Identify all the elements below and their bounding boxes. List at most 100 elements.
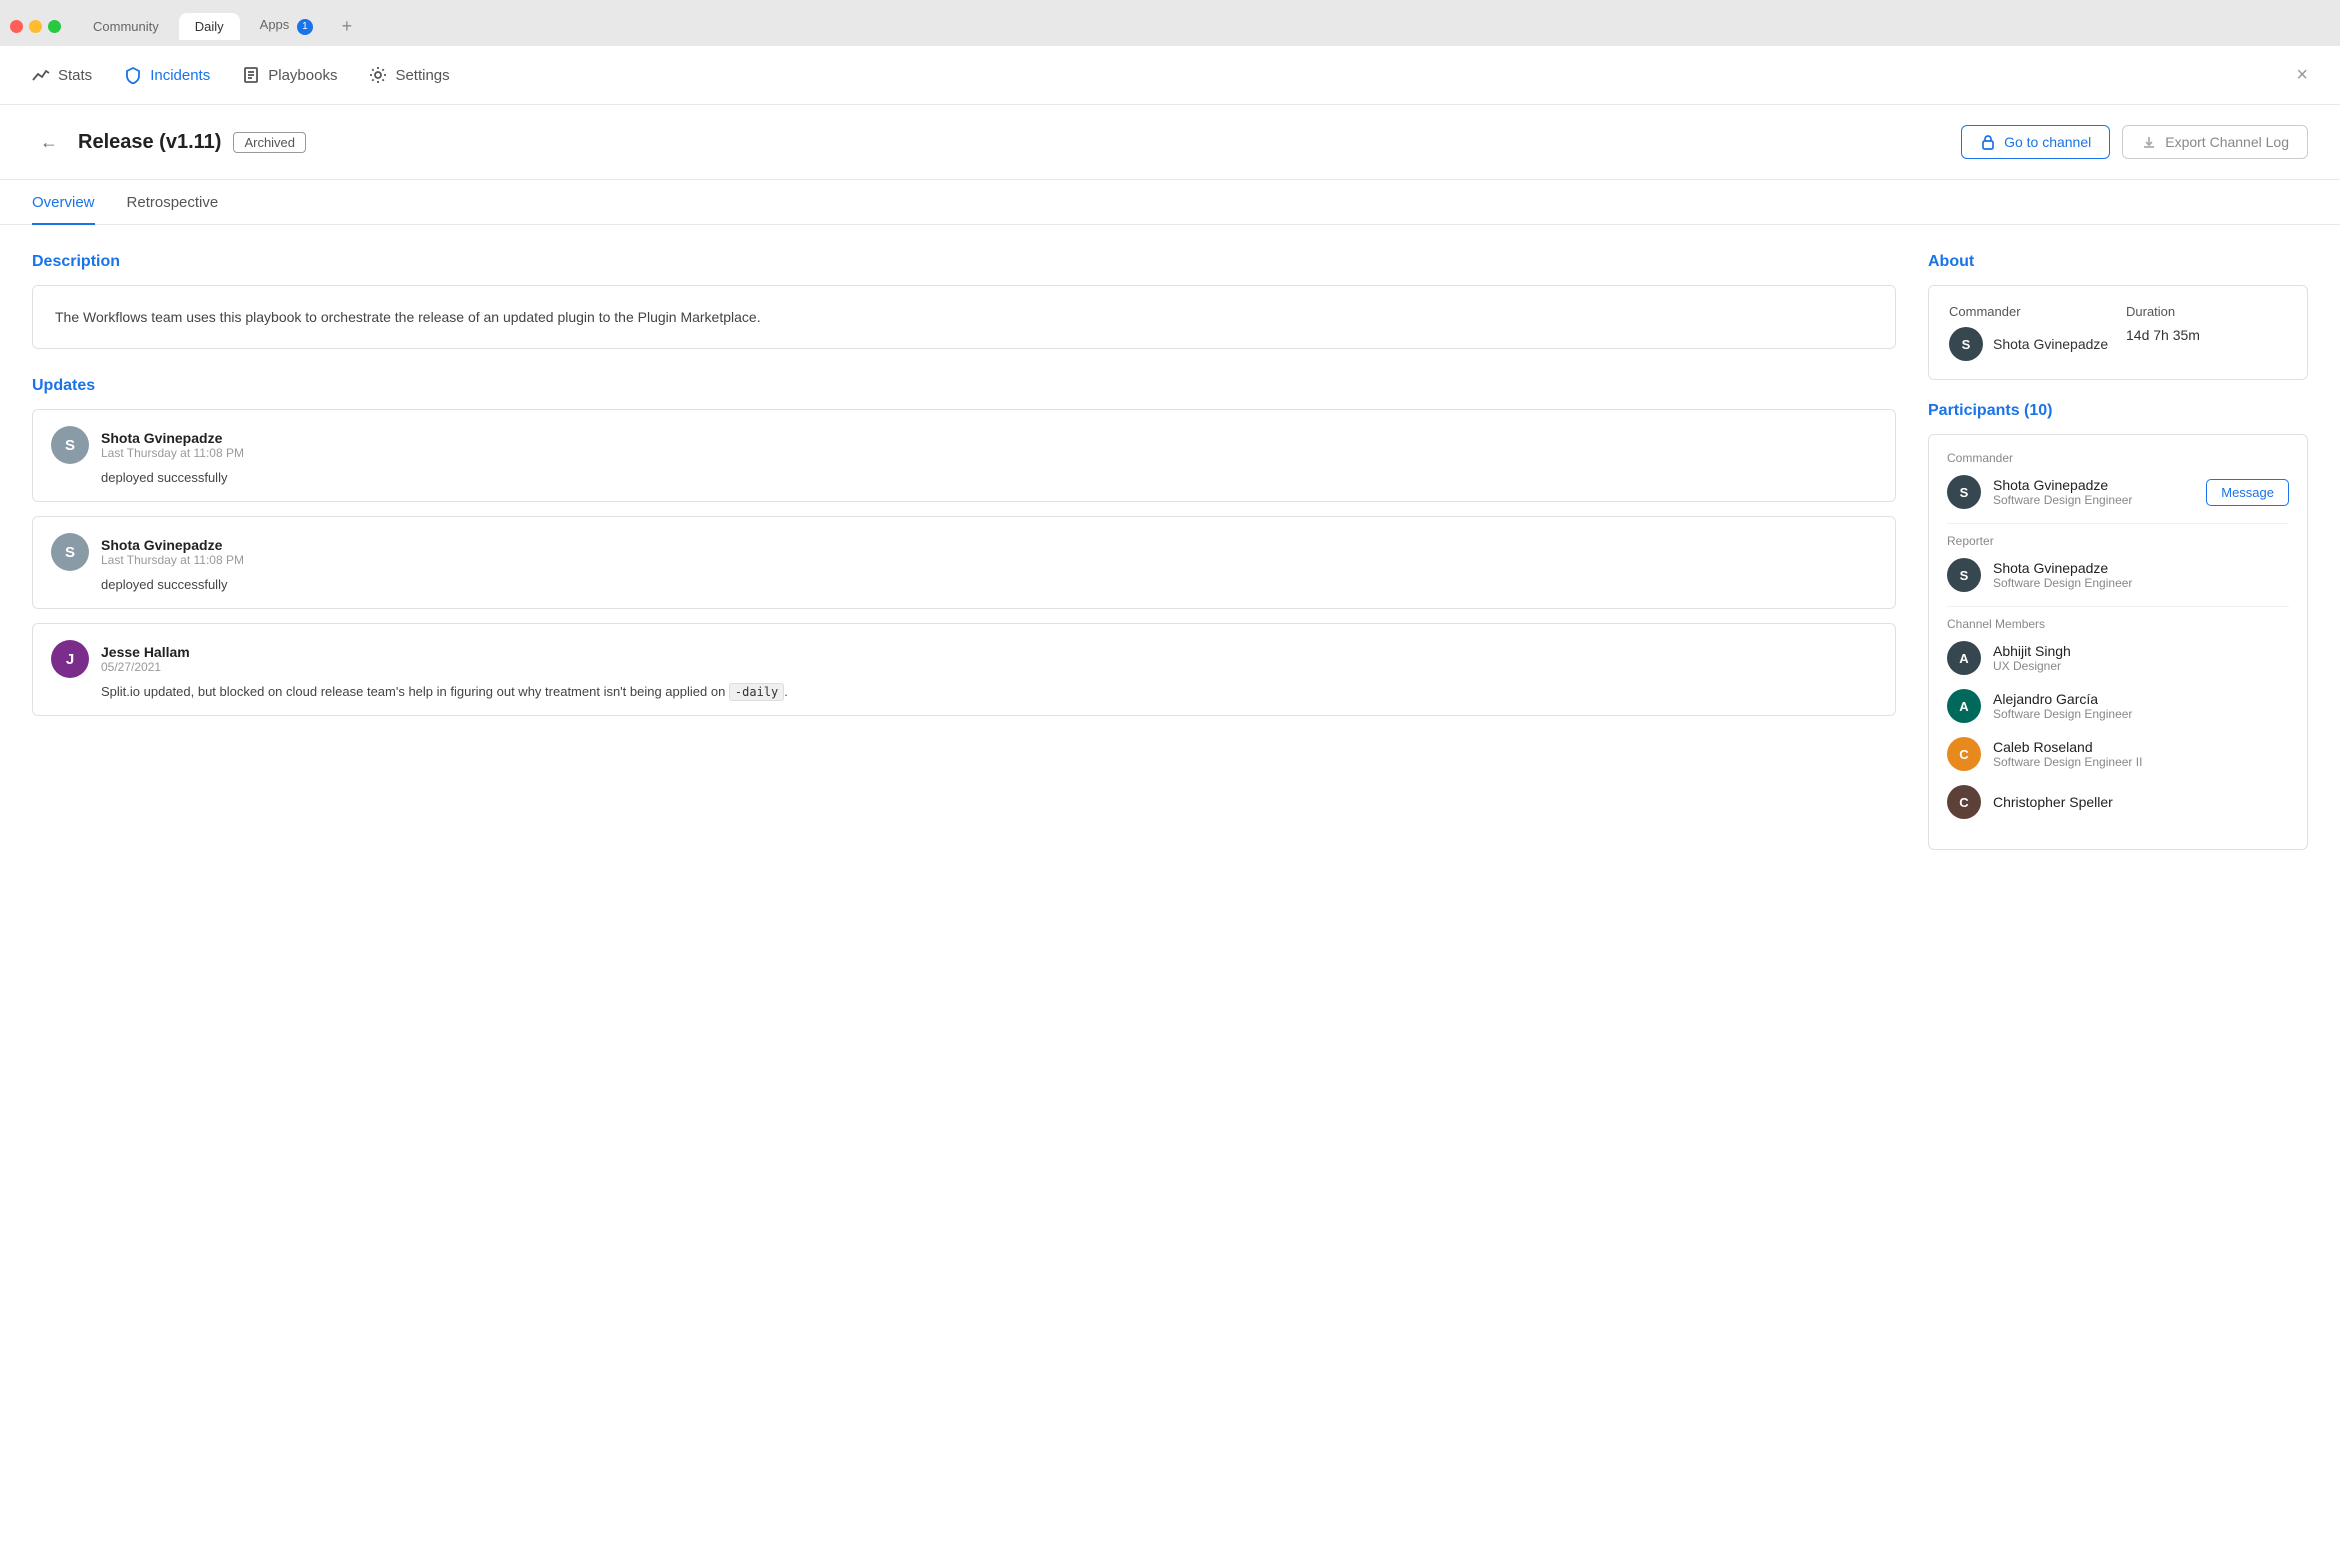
participant-commander-role: Software Design Engineer [1993,493,2194,507]
about-commander-person: S Shota Gvinepadze [1949,327,2110,361]
participant-reporter-info: Shota Gvinepadze Software Design Enginee… [1993,560,2289,590]
update-meta-1: Shota Gvinepadze Last Thursday at 11:08 … [101,430,244,460]
shield-icon [124,66,142,84]
close-dot[interactable] [10,20,23,33]
participant-abhijit-role: UX Designer [1993,659,2289,673]
tab-community[interactable]: Community [77,13,175,40]
update-body-3: Split.io updated, but blocked on cloud r… [101,684,1877,699]
participant-reporter-avatar: S [1947,558,1981,592]
chart-icon [32,66,50,84]
participant-abhijit-info: Abhijit Singh UX Designer [1993,643,2289,673]
close-button[interactable]: × [2296,64,2308,87]
participants-title: Participants (10) [1928,402,2308,420]
divider-1 [1947,523,2289,524]
about-box: Commander S Shota Gvinepadze Duration 14… [1928,285,2308,380]
update-meta-2: Shota Gvinepadze Last Thursday at 11:08 … [101,537,244,567]
participant-reporter-role: Software Design Engineer [1993,576,2289,590]
participant-christopher-info: Christopher Speller [1993,794,2289,810]
download-icon [2141,134,2157,150]
participant-christopher-name: Christopher Speller [1993,794,2289,810]
maximize-dot[interactable] [48,20,61,33]
duration-value: 14d 7h 35m [2126,327,2287,343]
updates-title: Updates [32,377,1896,395]
participant-alejandro-info: Alejandro García Software Design Enginee… [1993,691,2289,721]
participant-commander-info: Shota Gvinepadze Software Design Enginee… [1993,477,2194,507]
participant-christopher-avatar: C [1947,785,1981,819]
participant-commander-name: Shota Gvinepadze [1993,477,2194,493]
back-button[interactable]: ← [32,128,66,157]
content-layout: Description The Workflows team uses this… [0,225,2340,1560]
commander-avatar: S [1949,327,1983,361]
update-card-3: J Jesse Hallam 05/27/2021 Split.io updat… [32,623,1896,716]
tab-apps[interactable]: Apps 1 [244,11,329,41]
participant-christopher: C Christopher Speller [1947,785,2289,819]
participant-abhijit-avatar: A [1947,641,1981,675]
channel-members-label: Channel Members [1947,617,2289,631]
nav-incidents[interactable]: Incidents [124,62,210,88]
about-title: About [1928,253,2308,271]
duration-label: Duration [2126,304,2287,319]
nav-playbooks[interactable]: Playbooks [242,62,337,88]
participant-caleb-name: Caleb Roseland [1993,739,2289,755]
lock-icon [1980,134,1996,150]
participant-reporter-name: Shota Gvinepadze [1993,560,2289,576]
tab-retrospective[interactable]: Retrospective [127,180,219,225]
book-icon [242,66,260,84]
participant-reporter: S Shota Gvinepadze Software Design Engin… [1947,558,2289,592]
gear-icon [369,66,387,84]
about-duration-col: Duration 14d 7h 35m [2126,304,2287,361]
avatar-jesse: J [51,640,89,678]
update-meta-3: Jesse Hallam 05/27/2021 [101,644,190,674]
incident-header: ← Release (v1.11) Archived Go to channel… [0,105,2340,180]
reporter-group-label: Reporter [1947,534,2289,548]
nav-bar: Stats Incidents Playbooks Settin [0,46,2340,105]
participant-commander-avatar: S [1947,475,1981,509]
tab-navigation: Overview Retrospective [0,180,2340,225]
description-title: Description [32,253,1896,271]
participant-alejandro-role: Software Design Engineer [1993,707,2289,721]
add-tab-button[interactable]: + [333,12,361,40]
participant-abhijit-name: Abhijit Singh [1993,643,2289,659]
commander-label: Commander [1949,304,2110,319]
inline-code: -daily [729,683,784,701]
commander-group-label: Commander [1947,451,2289,465]
archived-badge: Archived [233,132,306,153]
participant-alejandro-name: Alejandro García [1993,691,2289,707]
export-channel-log-button[interactable]: Export Channel Log [2122,125,2308,159]
tab-bar: Community Daily Apps 1 + [0,0,2340,46]
update-header-2: S Shota Gvinepadze Last Thursday at 11:0… [51,533,1877,571]
nav-stats[interactable]: Stats [32,62,92,88]
nav-settings[interactable]: Settings [369,62,449,88]
updates-section: Updates S Shota Gvinepadze Last Thursday… [32,377,1896,716]
description-box: The Workflows team uses this playbook to… [32,285,1896,349]
window-controls [10,20,61,33]
participant-caleb: C Caleb Roseland Software Design Enginee… [1947,737,2289,771]
about-grid: Commander S Shota Gvinepadze Duration 14… [1949,304,2287,361]
incident-title: Release (v1.11) [78,131,221,154]
tab-overview[interactable]: Overview [32,180,95,225]
message-commander-button[interactable]: Message [2206,479,2289,506]
update-header-1: S Shota Gvinepadze Last Thursday at 11:0… [51,426,1877,464]
update-body-1: deployed successfully [101,470,1877,485]
divider-2 [1947,606,2289,607]
update-header-3: J Jesse Hallam 05/27/2021 [51,640,1877,678]
update-card-2: S Shota Gvinepadze Last Thursday at 11:0… [32,516,1896,609]
participant-caleb-role: Software Design Engineer II [1993,755,2289,769]
participant-alejandro: A Alejandro García Software Design Engin… [1947,689,2289,723]
content-right: About Commander S Shota Gvinepadze Durat… [1928,253,2308,1532]
participant-alejandro-avatar: A [1947,689,1981,723]
minimize-dot[interactable] [29,20,42,33]
participant-commander: S Shota Gvinepadze Software Design Engin… [1947,475,2289,509]
about-commander-col: Commander S Shota Gvinepadze [1949,304,2110,361]
avatar-shota-1: S [51,426,89,464]
participant-caleb-info: Caleb Roseland Software Design Engineer … [1993,739,2289,769]
apps-badge: 1 [297,19,313,35]
go-to-channel-button[interactable]: Go to channel [1961,125,2110,159]
update-card-1: S Shota Gvinepadze Last Thursday at 11:0… [32,409,1896,502]
header-actions: Go to channel Export Channel Log [1961,125,2308,159]
avatar-shota-2: S [51,533,89,571]
participant-abhijit: A Abhijit Singh UX Designer [1947,641,2289,675]
commander-name: Shota Gvinepadze [1993,336,2108,352]
tab-daily[interactable]: Daily [179,13,240,40]
main-window: Stats Incidents Playbooks Settin [0,46,2340,1560]
